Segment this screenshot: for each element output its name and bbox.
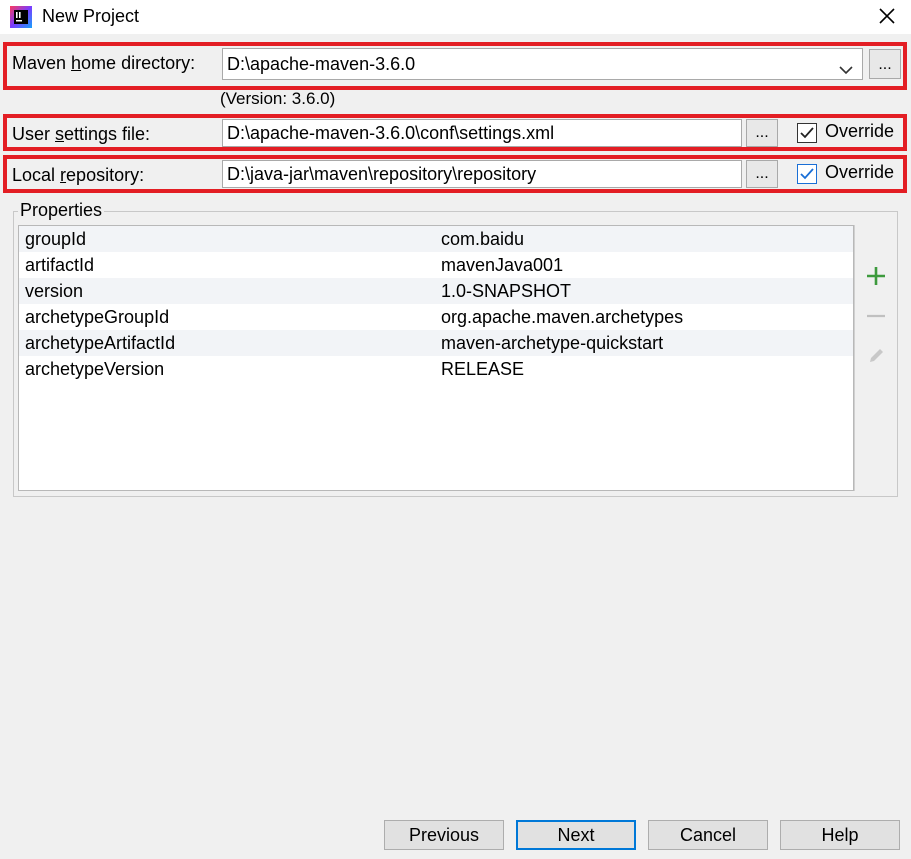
local-repo-browse-button[interactable]: ... <box>746 160 778 188</box>
property-key: version <box>25 280 84 301</box>
properties-toolbar <box>854 225 897 491</box>
title-bar: New Project <box>0 0 911 34</box>
previous-button[interactable]: Previous <box>384 820 504 850</box>
table-row[interactable]: groupId com.baidu <box>19 226 853 252</box>
local-repo-label: Local repository: <box>12 165 145 185</box>
property-value: mavenJava001 <box>441 254 564 275</box>
property-key: archetypeArtifactId <box>25 332 176 353</box>
remove-icon[interactable] <box>865 305 887 327</box>
property-value: 1.0-SNAPSHOT <box>441 280 572 301</box>
property-value: com.baidu <box>441 228 525 249</box>
property-key: artifactId <box>25 254 95 275</box>
user-settings-input[interactable]: D:\apache-maven-3.6.0\conf\settings.xml <box>222 119 742 147</box>
close-icon[interactable] <box>875 4 899 28</box>
properties-title: Properties <box>18 200 105 221</box>
table-row[interactable]: artifactId mavenJava001 <box>19 252 853 278</box>
table-row[interactable]: archetypeVersion RELEASE <box>19 356 853 382</box>
chevron-down-icon[interactable] <box>838 59 854 75</box>
maven-home-select[interactable]: D:\apache-maven-3.6.0 <box>222 48 863 80</box>
table-row[interactable]: archetypeGroupId org.apache.maven.archet… <box>19 304 853 330</box>
help-button[interactable]: Help <box>780 820 900 850</box>
dialog-content: Maven home directory: D:\apache-maven-3.… <box>0 34 911 859</box>
maven-home-browse-button[interactable]: ... <box>869 49 901 79</box>
maven-home-value: D:\apache-maven-3.6.0 <box>227 53 416 74</box>
property-value: RELEASE <box>441 358 525 379</box>
cancel-button[interactable]: Cancel <box>648 820 768 850</box>
property-value: maven-archetype-quickstart <box>441 332 664 353</box>
properties-table[interactable]: groupId com.baidu artifactId mavenJava00… <box>18 225 854 491</box>
add-icon[interactable] <box>865 265 887 287</box>
intellij-idea-icon <box>10 6 32 28</box>
local-repo-override-label: Override <box>825 162 895 182</box>
table-row[interactable]: archetypeArtifactId maven-archetype-quic… <box>19 330 853 356</box>
table-row[interactable]: version 1.0-SNAPSHOT <box>19 278 853 304</box>
edit-icon[interactable] <box>865 345 887 367</box>
maven-version-text: (Version: 3.6.0) <box>220 89 336 108</box>
user-settings-label: User settings file: <box>12 124 151 144</box>
property-key: archetypeVersion <box>25 358 165 379</box>
maven-home-label: Maven home directory: <box>12 53 196 73</box>
user-settings-browse-button[interactable]: ... <box>746 119 778 147</box>
user-settings-override-checkbox[interactable] <box>797 123 817 143</box>
property-key: archetypeGroupId <box>25 306 170 327</box>
window-title: New Project <box>42 6 140 26</box>
local-repo-input[interactable]: D:\java-jar\maven\repository\repository <box>222 160 742 188</box>
property-key: groupId <box>25 228 87 249</box>
user-settings-override-label: Override <box>825 121 895 141</box>
property-value: org.apache.maven.archetypes <box>441 306 684 327</box>
next-button[interactable]: Next <box>516 820 636 850</box>
local-repo-override-checkbox[interactable] <box>797 164 817 184</box>
